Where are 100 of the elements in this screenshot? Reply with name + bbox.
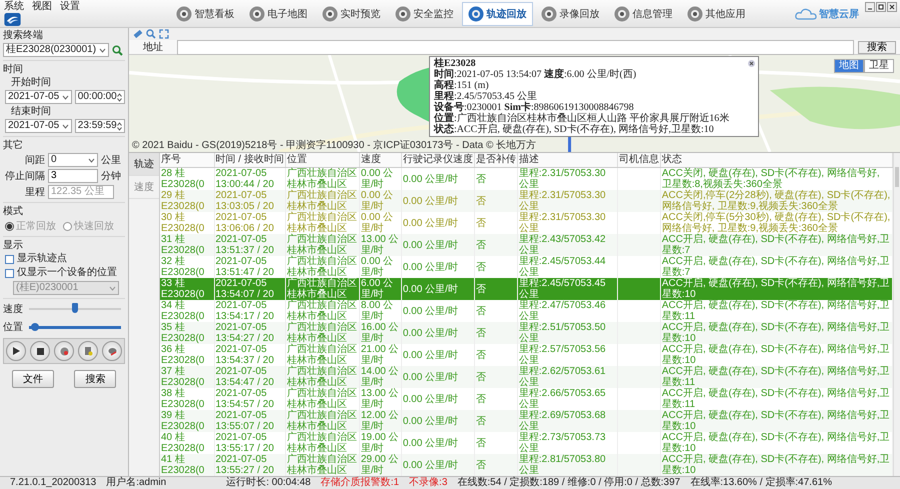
search-button[interactable]: 搜索 [858, 40, 896, 54]
play-button[interactable] [6, 341, 26, 361]
position-slider-thumb[interactable] [30, 322, 39, 330]
close-button[interactable] [887, 2, 897, 12]
table-cell: 0.00 公里/时 [401, 322, 474, 344]
table-cell: 否 [474, 190, 518, 212]
date-field[interactable]: 2021-07-05 [5, 119, 72, 133]
unit-label: 公里 [101, 154, 121, 167]
column-header[interactable]: 位置 [285, 153, 360, 168]
disc-icon [60, 346, 68, 356]
popup-line: 里程:2.45/57053.45 公里 [434, 91, 538, 102]
map-type-tab[interactable]: 卫星 [864, 59, 894, 73]
maximize-button[interactable] [876, 2, 886, 12]
menu-item[interactable]: 系统 [4, 1, 24, 12]
status-text: 在线率:13.60% / 定损率:47.61% [690, 477, 832, 489]
popup-line: 时间:2021-07-05 13:54:07 速度:6.00 公里/时(西) [434, 69, 638, 80]
table-cell: 16.00 公里/时 [359, 322, 402, 344]
play-icon [12, 347, 20, 355]
table-cell: 0.00 公里/时 [359, 190, 402, 212]
column-header[interactable]: 序号 [160, 153, 214, 168]
speed-slider-thumb[interactable] [72, 303, 78, 313]
table-cell: 里程:2.69/57053.68 公里 [517, 410, 618, 432]
column-header[interactable]: 描述 [517, 153, 618, 168]
nav-tab[interactable]: 电子地图 [242, 2, 314, 26]
spacing-select[interactable]: 0 [48, 153, 98, 167]
module-icon [176, 6, 192, 22]
time-field[interactable]: 00:00:00 [74, 90, 125, 104]
spinner-icon [117, 122, 122, 130]
popup-title: 桂E23028 [434, 58, 476, 69]
address-field[interactable] [177, 40, 854, 54]
cloud-icon [795, 8, 817, 20]
table-cell: 0.00 公里/时 [401, 366, 474, 388]
nav-tab[interactable]: 实时预览 [316, 2, 386, 26]
table-cell: 里程:2.45/57053.45 公里 [517, 278, 618, 300]
menu-item[interactable]: 设置 [60, 1, 80, 12]
table-cell: 否 [474, 322, 518, 344]
spinner-icon [117, 92, 122, 102]
maximize-icon [878, 4, 884, 10]
option-checkbox[interactable]: 仅显示一个设备的位置 [3, 267, 125, 279]
module-icon [686, 6, 702, 22]
close-icon [889, 4, 895, 10]
brand-name: 智慧云屏 [819, 8, 859, 20]
column-header[interactable]: 是否补传 [474, 153, 518, 168]
stop-button[interactable] [30, 341, 50, 361]
column-header[interactable]: 行驶记录仪速度 [401, 153, 474, 168]
table-cell: 2021-07-05 13:55:07 / 20 [214, 410, 286, 432]
nav-tab[interactable]: 其他应用 [680, 2, 752, 26]
status-text: 不录像:3 [409, 477, 448, 489]
module-icon [248, 6, 264, 22]
search-icon[interactable] [112, 44, 123, 56]
column-header[interactable]: 时间 / 接收时间 [214, 153, 286, 168]
nav-tab[interactable]: 智慧看板 [170, 2, 240, 26]
table-cell: 广西壮族自治区桂林市叠山区 [285, 278, 360, 300]
action-button[interactable]: 搜索 [74, 370, 116, 388]
chevron-icon [62, 94, 69, 100]
nav-tab[interactable]: 录像回放 [534, 2, 606, 26]
module-icon [322, 6, 338, 22]
nav-tab[interactable]: 信息管理 [608, 2, 678, 26]
minimize-button[interactable] [865, 2, 875, 12]
scrollbar[interactable] [893, 153, 900, 476]
action-button[interactable]: 文件 [12, 370, 54, 388]
table-cell: 否 [474, 366, 518, 388]
status-text: 运行时长: 00:04:48 [226, 477, 311, 489]
nav-tab[interactable]: 轨迹回放 [462, 2, 532, 26]
column-header[interactable]: 司机信息 [617, 153, 660, 168]
nav-tab[interactable]: 安全监控 [388, 2, 460, 26]
close-icon[interactable] [748, 60, 755, 67]
map-type-tab[interactable]: 地图 [834, 59, 864, 73]
column-header[interactable]: 状态 [660, 153, 892, 168]
table-cell: 2021-07-05 13:54:07 / 20 [214, 278, 286, 300]
table-cell: 0.00 公里/时 [401, 190, 474, 212]
table-cell: 2021-07-05 13:03:05 / 20 [214, 190, 286, 212]
popup-line: 状态:ACC开启, 硬盘(存在), SD卡(不存在), 网络信号好,卫星数:10 [434, 124, 715, 135]
section-label: 搜索终端 [3, 30, 44, 41]
view-tab[interactable]: 轨迹 [129, 153, 159, 176]
table-cell: 2021-07-05 13:54:27 / 20 [214, 322, 286, 344]
field-label: 停止间隔 [4, 170, 45, 183]
field-label: 结束时间 [10, 106, 52, 117]
field-label: 间距 [24, 154, 45, 167]
column-header[interactable]: 速度 [359, 153, 402, 168]
table-cell: 否 [474, 278, 518, 300]
zoom-icon[interactable] [146, 29, 156, 39]
terminal-select[interactable]: 桂E23028(0230001) [3, 43, 109, 57]
document-icon [84, 346, 92, 356]
chevron-icon [88, 158, 95, 162]
option-checkbox[interactable]: 显示轨迹点 [3, 253, 125, 265]
table-cell: 35 桂E23028(0 [160, 322, 214, 344]
date-field[interactable]: 2021-07-05 [5, 90, 72, 104]
fullscreen-icon[interactable] [159, 29, 169, 39]
table-cell: 2021-07-05 13:51:37 / 20 [214, 234, 286, 256]
table-cell: 39 桂E23028(0 [160, 410, 214, 432]
table-cell: 否 [474, 410, 518, 432]
stop-interval-field[interactable]: 3 [48, 169, 98, 183]
menu-item[interactable]: 视图 [32, 1, 52, 12]
slider-label: 位置 [3, 320, 23, 334]
time-field[interactable]: 23:59:59 [74, 119, 125, 133]
status-text: 存储介质报警数:1 [320, 477, 400, 489]
table-cell: 0.00 公里/时 [401, 278, 474, 300]
table-cell: 29 桂E23028(0 [160, 190, 214, 212]
table-cell: 0.00 公里/时 [401, 234, 474, 256]
